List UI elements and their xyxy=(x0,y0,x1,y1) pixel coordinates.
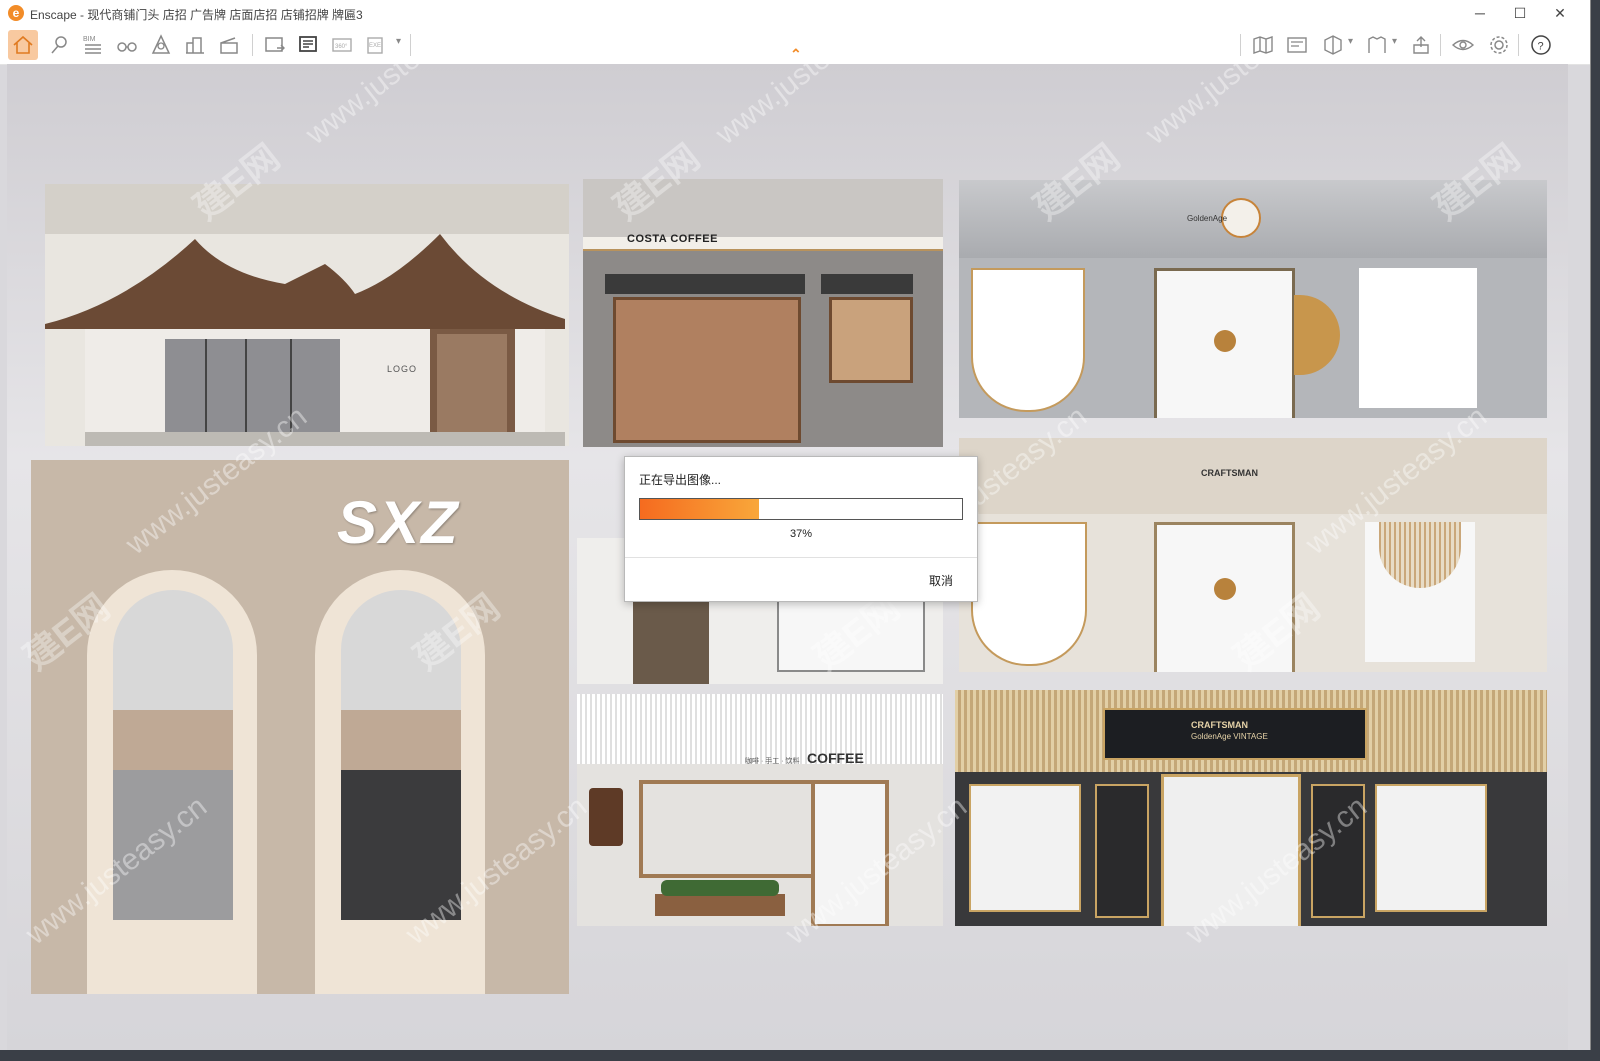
close-button[interactable]: ✕ xyxy=(1540,2,1580,24)
bim-icon: BIM xyxy=(83,36,101,54)
chevron-down-icon[interactable]: ▾ xyxy=(1392,36,1397,47)
materials-button[interactable] xyxy=(1318,30,1348,60)
collapse-toolbar-chevron-icon[interactable]: ⌃ xyxy=(790,46,802,63)
minimize-button[interactable]: ─ xyxy=(1460,2,1500,24)
views-icon xyxy=(1287,37,1307,53)
binoculars-icon xyxy=(117,42,137,52)
enscape-logo-icon: e xyxy=(8,5,24,21)
panorama-360-icon: 360° xyxy=(332,38,352,52)
video-editor-button[interactable] xyxy=(214,30,244,60)
chevron-down-icon[interactable]: ▾ xyxy=(396,36,401,47)
map-pin-icon xyxy=(51,36,67,54)
facade-coffee-shop: COFFEE 咖啡 · 手工 · 饮料 xyxy=(577,694,943,926)
cube-icon xyxy=(1324,35,1342,55)
costa-sign: COSTA COFFEE xyxy=(627,233,718,245)
buildings-icon xyxy=(186,37,204,54)
export-progress-percent: 37% xyxy=(789,528,813,540)
cancel-button[interactable]: 取消 xyxy=(929,572,953,589)
watermark-text: www.justeasy.cn xyxy=(1139,64,1334,152)
assets-button[interactable] xyxy=(146,30,176,60)
dialog-divider xyxy=(625,557,977,558)
exe-export-icon: EXE xyxy=(367,37,383,54)
window-title: Enscape - 现代商铺门头 店招 广告牌 店面店招 店铺招牌 牌匾3 xyxy=(30,8,363,22)
craftsman-sub-sign: GoldenAge VINTAGE xyxy=(1191,732,1268,741)
export-progress-fill xyxy=(640,499,760,519)
coffee-sign: COFFEE xyxy=(807,750,864,766)
export-status-message: 正在导出图像... xyxy=(639,473,722,487)
sxz-sign: SXZ xyxy=(337,489,460,556)
coffee-sign-prefix: 咖啡 · 手工 · 饮料 xyxy=(745,758,800,765)
watermark-text: www.justeasy.cn xyxy=(709,64,904,152)
views-button[interactable] xyxy=(1282,30,1312,60)
bim-button[interactable]: BIM xyxy=(78,30,108,60)
chevron-down-icon[interactable]: ▾ xyxy=(1348,36,1353,47)
upload-icon xyxy=(1413,36,1429,54)
exe-export-button[interactable]: EXE xyxy=(362,30,392,60)
asset-editor-icon xyxy=(1368,36,1386,53)
asset-library-icon xyxy=(151,34,171,54)
export-progress-bar xyxy=(639,498,963,520)
home-button[interactable] xyxy=(8,30,38,60)
watermark-text: www.justeasy.cn xyxy=(299,64,494,152)
maximize-button[interactable]: ☐ xyxy=(1500,2,1540,24)
svg-text:BIM: BIM xyxy=(83,36,96,43)
craftsman-gold-sign: CRAFTSMAN xyxy=(1191,720,1248,730)
export-image-icon xyxy=(265,37,285,52)
asset-editor-button[interactable] xyxy=(1362,30,1392,60)
clapperboard-icon xyxy=(220,37,238,54)
panorama-button[interactable]: 360° xyxy=(328,30,358,60)
help-button[interactable]: ? xyxy=(1526,30,1556,60)
facade-chinese-roof: LOGO xyxy=(45,184,569,446)
app-window: e Enscape - 现代商铺门头 店招 广告牌 店面店招 店铺招牌 牌匾3 … xyxy=(0,0,1591,1050)
export-progress-dialog: 正在导出图像... 37% 取消 xyxy=(624,456,978,602)
batch-render-button[interactable] xyxy=(294,30,324,60)
map-icon xyxy=(1253,36,1273,54)
svg-text:?: ? xyxy=(1538,41,1544,53)
visual-settings-button[interactable] xyxy=(1448,30,1478,60)
svg-text:EXE: EXE xyxy=(369,43,381,49)
upload-button[interactable] xyxy=(1406,30,1436,60)
title-bar: e Enscape - 现代商铺门头 店招 广告牌 店面店招 店铺招牌 牌匾3 … xyxy=(0,0,1590,27)
svg-text:360°: 360° xyxy=(335,44,348,50)
eye-icon xyxy=(1451,39,1475,51)
home-icon xyxy=(13,35,33,54)
screenshot-button[interactable] xyxy=(260,30,290,60)
gear-icon xyxy=(1490,36,1508,54)
logo-placeholder: LOGO xyxy=(387,364,418,374)
settings-button[interactable] xyxy=(1484,30,1514,60)
batch-render-icon xyxy=(299,36,317,52)
map-button[interactable] xyxy=(1248,30,1278,60)
craftsman-sign: CRAFTSMAN xyxy=(1201,468,1258,478)
facade-sxz-arches: SXZ xyxy=(31,460,569,994)
goldenage-sign: GoldenAge xyxy=(1187,214,1228,223)
help-icon: ? xyxy=(1531,35,1551,55)
buildings-button[interactable] xyxy=(180,30,210,60)
binoculars-button[interactable] xyxy=(112,30,142,60)
location-button[interactable] xyxy=(44,30,74,60)
